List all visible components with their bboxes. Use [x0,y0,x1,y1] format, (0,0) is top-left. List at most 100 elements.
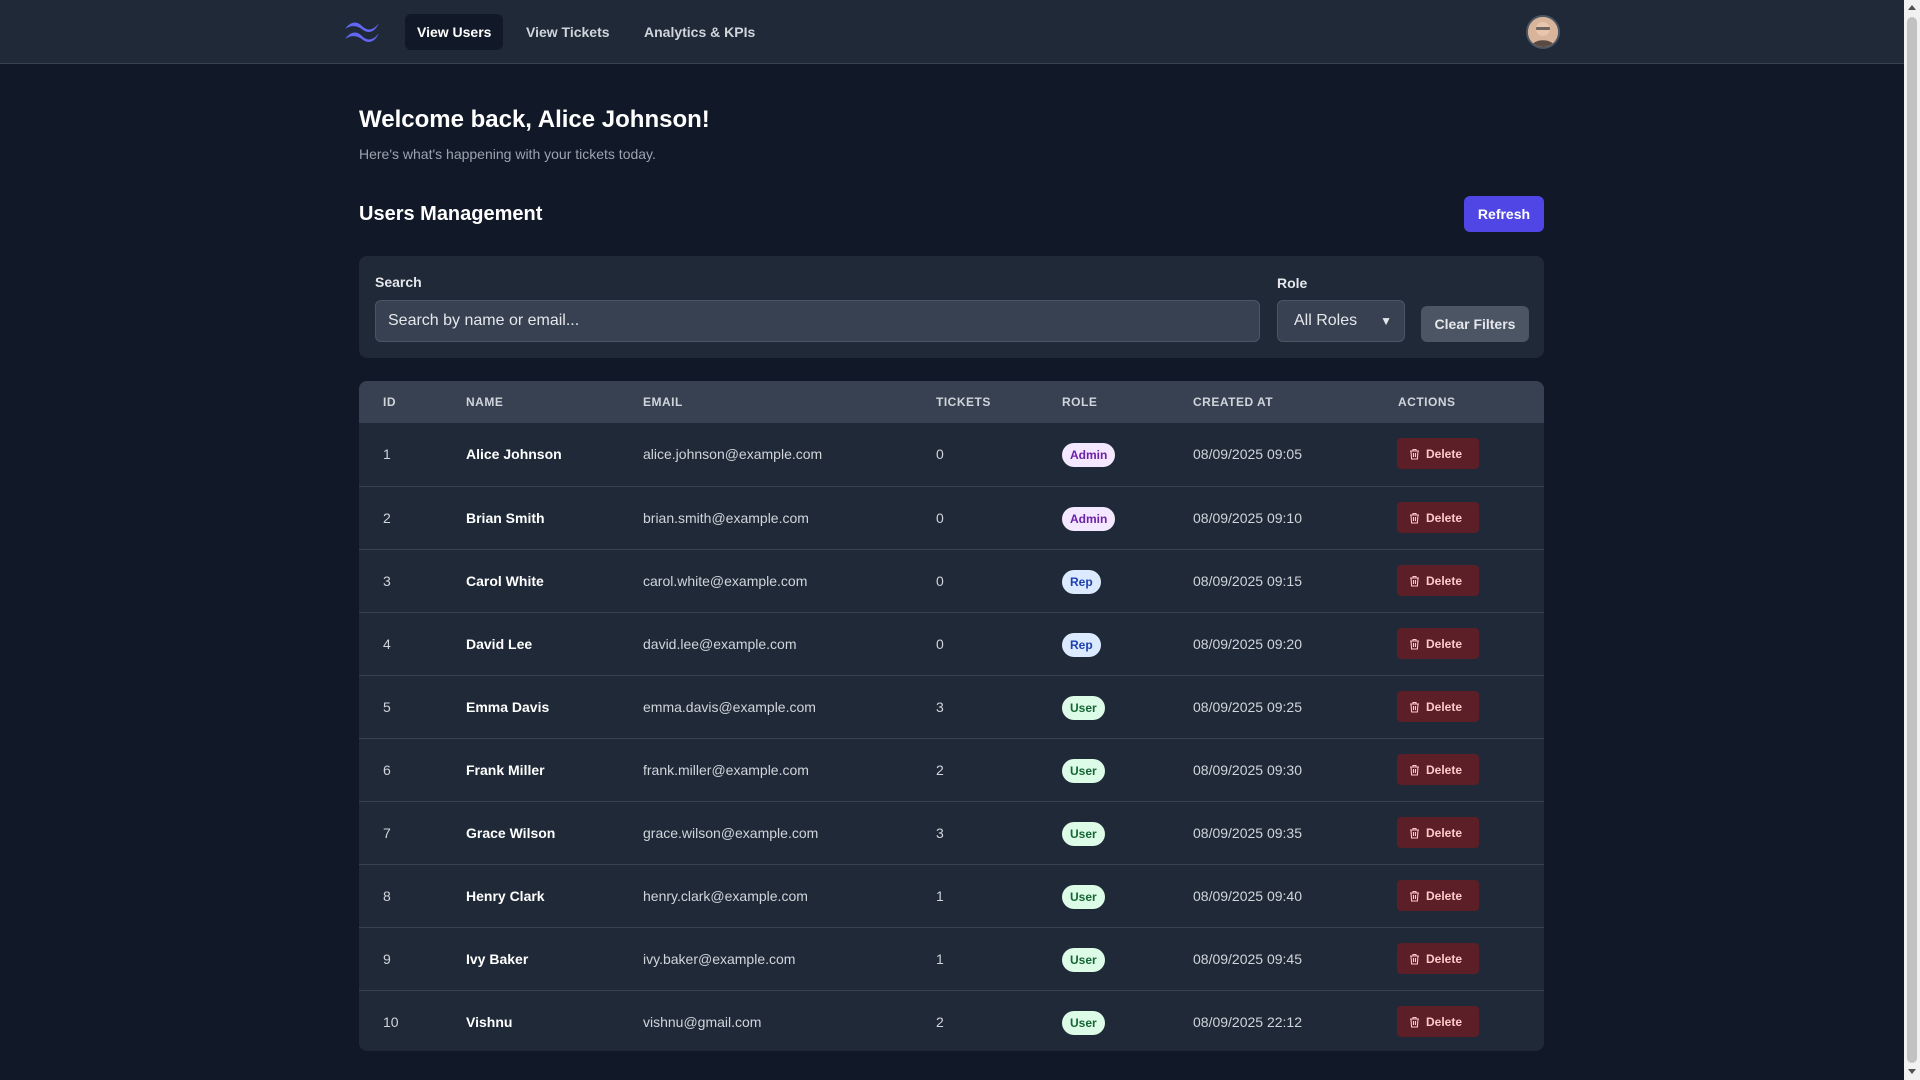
col-header-tickets: TICKETS [936,395,991,409]
role-badge: Admin [1062,443,1116,467]
role-badge: User [1062,759,1105,783]
filter-panel: Search Role All Roles ▼ Clear Filters [359,256,1544,358]
delete-label: Delete [1426,1014,1463,1029]
page-scrollbar[interactable] [1904,0,1920,1080]
cell-id: 2 [383,510,391,526]
table-row: 9 Ivy Baker ivy.baker@example.com 1 User 08/0… [359,927,1544,990]
table-row: 8 Henry Clark henry.clark@example.com 1 User… [359,864,1544,927]
table-row: 2 Brian Smith brian.smith@example.com 0 Admi… [359,486,1544,549]
table-row: 4 David Lee david.lee@example.com 0 Rep 08/09… [359,612,1544,675]
delete-button[interactable]: Delete [1397,754,1479,785]
cell-tickets: 3 [936,699,944,715]
table-row: 1 Alice Johnson alice.johnson@example.com 0… [359,423,1544,486]
table-row: 5 Emma Davis emma.davis@example.com 3 User 08… [359,675,1544,738]
cell-email: ivy.baker@example.com [643,951,796,967]
cell-email: alice.johnson@example.com [643,446,823,462]
cell-email: frank.miller@example.com [643,762,809,778]
delete-label: Delete [1426,573,1463,588]
cell-id: 8 [383,888,391,904]
cell-email: henry.clark@example.com [643,888,808,904]
scroll-thumb[interactable] [1907,17,1917,1063]
table-row: 3 Carol White carol.white@example.com 0 Rep 0… [359,549,1544,612]
role-badge: Rep [1062,633,1101,657]
delete-button[interactable]: Delete [1397,502,1479,533]
role-select[interactable]: All Roles ▼ [1277,300,1405,342]
delete-button[interactable]: Delete [1397,817,1479,848]
welcome-heading: Welcome back, Alice Johnson! [359,106,710,133]
user-avatar[interactable] [1526,15,1560,49]
table-header: ID NAME EMAIL TICKETS ROLE CREATED AT AC… [359,381,1544,423]
top-nav: View Users View Tickets Analytics & KPIs [0,0,1904,64]
cell-created-at: 08/09/2025 09:40 [1193,888,1302,904]
cell-email: grace.wilson@example.com [643,825,819,841]
cell-created-at: 08/09/2025 09:45 [1193,951,1302,967]
delete-button[interactable]: Delete [1397,438,1479,469]
delete-button[interactable]: Delete [1397,628,1479,659]
role-select-value: All Roles [1294,312,1358,329]
cell-tickets: 0 [936,636,944,652]
cell-name: Alice Johnson [466,446,562,462]
cell-name: Henry Clark [466,888,545,904]
trash-icon [1410,1016,1419,1028]
delete-button[interactable]: Delete [1397,943,1479,974]
trash-icon [1410,638,1419,650]
welcome-subtitle: Here's what's happening with your ticket… [359,146,656,162]
trash-icon [1410,953,1419,965]
cell-tickets: 3 [936,825,944,841]
cell-email: carol.white@example.com [643,573,808,589]
page-title: Users Management [359,203,543,225]
table-row: 7 Grace Wilson grace.wilson@example.com 3 Us… [359,801,1544,864]
cell-tickets: 2 [936,1014,944,1030]
cell-created-at: 08/09/2025 09:30 [1193,762,1302,778]
delete-button[interactable]: Delete [1397,691,1479,722]
delete-label: Delete [1426,446,1463,461]
cell-tickets: 0 [936,446,944,462]
users-table: ID NAME EMAIL TICKETS ROLE CREATED AT AC… [359,381,1544,1051]
col-header-role: ROLE [1062,395,1098,409]
col-header-email: EMAIL [643,395,683,409]
delete-label: Delete [1426,510,1463,525]
cell-tickets: 0 [936,573,944,589]
refresh-button[interactable]: Refresh [1464,196,1544,232]
cell-id: 4 [383,636,391,652]
cell-id: 5 [383,699,391,715]
cell-tickets: 1 [936,888,944,904]
cell-id: 9 [383,951,391,967]
delete-label: Delete [1426,636,1463,651]
avatar-icon [1528,17,1558,47]
trash-icon [1410,512,1419,524]
cell-id: 10 [383,1014,399,1030]
delete-button[interactable]: Delete [1397,565,1479,596]
scroll-up-icon[interactable] [1908,5,1916,10]
cell-email: emma.davis@example.com [643,699,816,715]
clear-filters-button[interactable]: Clear Filters [1421,306,1529,342]
cell-id: 1 [383,446,391,462]
role-badge: User [1062,885,1105,909]
cell-created-at: 08/09/2025 09:20 [1193,636,1302,652]
nav-view-tickets[interactable]: View Tickets [514,14,622,50]
cell-email: brian.smith@example.com [643,510,809,526]
nav-view-users[interactable]: View Users [405,14,504,50]
role-badge: Rep [1062,570,1101,594]
cell-name: Vishnu [466,1014,513,1030]
delete-button[interactable]: Delete [1397,1006,1479,1037]
cell-name: Frank Miller [466,762,545,778]
cell-tickets: 2 [936,762,944,778]
role-badge: User [1062,696,1105,720]
cell-name: Ivy Baker [466,951,529,967]
delete-button[interactable]: Delete [1397,880,1479,911]
col-header-actions: ACTIONS [1398,395,1456,409]
trash-icon [1410,764,1419,776]
cell-id: 7 [383,825,391,841]
cell-created-at: 08/09/2025 09:05 [1193,446,1302,462]
nav-analytics[interactable]: Analytics & KPIs [632,14,767,50]
trash-icon [1410,448,1419,460]
col-header-id: ID [383,395,396,409]
cell-email: david.lee@example.com [643,636,797,652]
logo-icon[interactable] [343,18,381,44]
table-row: 10 Vishnu vishnu@gmail.com 2 User 08/09/2025 … [359,990,1544,1051]
scroll-down-icon[interactable] [1908,1069,1916,1074]
cell-email: vishnu@gmail.com [643,1014,762,1030]
cell-tickets: 0 [936,510,944,526]
search-input[interactable] [375,300,1260,342]
